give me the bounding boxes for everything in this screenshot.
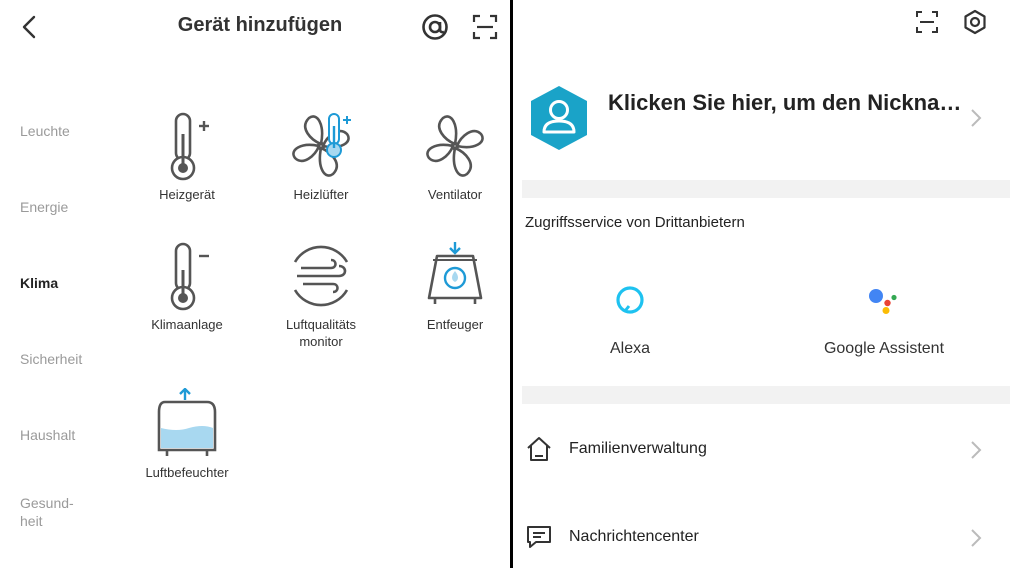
category-leuchte[interactable]: Leuchte	[20, 122, 110, 140]
scan-icon	[472, 14, 498, 40]
device-label: Luftbefeuchter	[145, 465, 229, 480]
device-luftqualitaetsmonitor[interactable]: Luftqualitäts monitor	[266, 240, 376, 350]
category-energie[interactable]: Energie	[20, 198, 110, 216]
settings-button[interactable]	[961, 8, 989, 36]
device-luftbefeuchter[interactable]: Luftbefeuchter	[132, 388, 242, 481]
profile-name: Klicken Sie hier, um den Nickname festzu…	[608, 90, 968, 115]
category-sicherheit[interactable]: Sicherheit	[20, 350, 110, 368]
fan-icon	[426, 115, 484, 177]
section-title: Zugriffsservice von Drittanbietern	[525, 214, 745, 231]
service-label: Alexa	[609, 340, 651, 357]
device-heizgeraet[interactable]: Heizgerät	[132, 110, 242, 203]
service-label: Google Assistent	[823, 340, 945, 357]
scan-button[interactable]	[913, 8, 941, 36]
chevron-left-icon	[22, 15, 36, 39]
heater-icon	[170, 112, 209, 181]
menu-label: Familienverwaltung	[569, 440, 707, 457]
section-separator	[522, 386, 1010, 404]
dehumidifier-icon	[427, 242, 483, 304]
device-label: Heizgerät	[159, 187, 215, 202]
device-klimaanlage[interactable]: Klimaanlage	[132, 240, 242, 333]
menu-item-familienverwaltung[interactable]: Familienverwaltung	[513, 420, 1010, 480]
chevron-right-icon	[971, 529, 982, 547]
settings-icon	[964, 9, 986, 35]
category-klima[interactable]: Klima	[20, 274, 110, 292]
back-button[interactable]	[14, 12, 44, 42]
device-label: Ventilator	[427, 187, 483, 202]
alexa-icon	[616, 286, 644, 314]
category-haushalt[interactable]: Haushalt	[20, 426, 110, 444]
menu-item-nachrichtencenter[interactable]: Nachrichtencenter	[513, 508, 1010, 568]
device-ventilator[interactable]: Ventilator	[400, 110, 510, 203]
air-quality-monitor-icon	[293, 245, 349, 307]
home-icon	[527, 437, 551, 461]
device-label: Entfeuger	[426, 317, 484, 332]
page-title: Gerät hinzufügen	[177, 14, 343, 36]
fan-heater-icon	[292, 113, 351, 177]
add-device-screen: Gerät hinzufügen Leuchte Energie Klima S…	[0, 0, 510, 568]
profile-screen: Klicken Sie hier, um den Nickname festzu…	[513, 0, 1010, 568]
humidifier-icon	[157, 388, 217, 456]
at-sign-icon	[422, 14, 448, 40]
message-icon	[527, 526, 551, 548]
google-assistant-icon	[869, 289, 897, 314]
section-separator	[522, 180, 1010, 198]
category-gesundheit[interactable]: Gesund-heit	[20, 494, 84, 530]
chevron-right-icon	[971, 109, 982, 127]
avatar	[531, 86, 587, 150]
menu-label: Nachrichtencenter	[569, 528, 699, 545]
service-google-assistant[interactable]: Google Assistent	[809, 285, 959, 358]
air-conditioner-icon	[170, 242, 209, 311]
chevron-right-icon	[971, 441, 982, 459]
device-label: Klimaanlage	[151, 317, 223, 332]
scan-icon	[916, 11, 938, 33]
profile-row[interactable]: Klicken Sie hier, um den Nickname festzu…	[513, 80, 1010, 160]
device-label: Heizlüfter	[293, 187, 349, 202]
at-sign-button[interactable]	[420, 11, 450, 43]
service-alexa[interactable]: Alexa	[585, 285, 675, 358]
scan-button[interactable]	[470, 11, 500, 43]
device-entfeuger[interactable]: Entfeuger	[400, 240, 510, 333]
device-label: Luftqualitäts monitor	[285, 317, 357, 349]
device-heizluefter[interactable]: Heizlüfter	[266, 110, 376, 203]
